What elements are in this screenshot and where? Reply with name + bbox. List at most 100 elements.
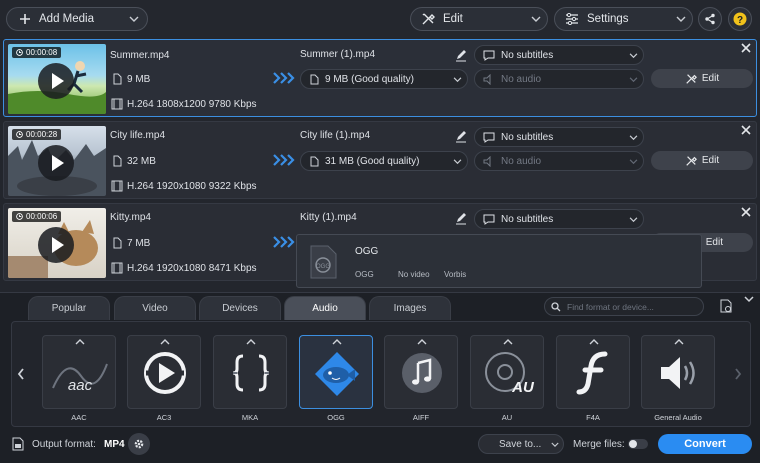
convert-button[interactable]: Convert	[658, 434, 752, 454]
chevron-up-icon	[332, 339, 342, 345]
video-thumbnail[interactable]: 00:00:28	[8, 126, 106, 196]
merge-files-toggle[interactable]	[628, 439, 648, 449]
format-f4a[interactable]	[556, 335, 630, 409]
chevron-down-icon	[629, 53, 638, 59]
chevron-down-icon	[531, 16, 541, 22]
settings-label: Settings	[587, 13, 629, 25]
chevron-up-icon	[75, 339, 85, 345]
clock-icon	[16, 131, 23, 138]
close-icon[interactable]	[741, 125, 751, 135]
audio-select[interactable]: No audio	[474, 151, 644, 171]
subtitles-icon	[483, 132, 495, 143]
subtitles-select[interactable]: No subtitles	[474, 127, 644, 147]
file-icon	[113, 155, 122, 167]
format-ac3[interactable]	[127, 335, 201, 409]
merge-files-label: Merge files:	[573, 439, 625, 450]
play-icon[interactable]	[38, 63, 74, 99]
f4a-icon	[576, 351, 608, 395]
gear-icon	[134, 439, 144, 449]
subtitles-select[interactable]: No subtitles	[474, 209, 644, 229]
convert-arrow-icon	[273, 236, 295, 248]
chevron-down-icon	[551, 442, 559, 447]
rename-pen-icon[interactable]	[451, 45, 471, 65]
tab-video[interactable]: Video	[114, 296, 196, 320]
format-aiff[interactable]	[384, 335, 458, 409]
source-filename: Summer.mp4	[110, 50, 170, 61]
tools-icon	[686, 73, 697, 84]
add-media-label: Add Media	[39, 13, 94, 25]
edit-menu-label: Edit	[443, 13, 463, 25]
format-search-field[interactable]: Find format or device...	[544, 297, 704, 316]
ogg-icon	[315, 352, 359, 396]
format-mka[interactable]	[213, 335, 287, 409]
edit-menu-button[interactable]: Edit	[410, 7, 548, 31]
file-row-summer[interactable]: 00:00:08 Summer.mp4 9 MB H.264 1808x1200…	[3, 39, 757, 117]
video-thumbnail[interactable]: 00:00:06	[8, 208, 106, 278]
settings-button[interactable]: Settings	[554, 7, 693, 31]
format-au[interactable]: AU	[470, 335, 544, 409]
audio-value: No audio	[501, 73, 542, 85]
file-row-city-life[interactable]: 00:00:28 City life.mp4 32 MB H.264 1920x…	[3, 121, 757, 199]
tab-popular[interactable]: Popular	[28, 296, 110, 320]
format-ogg[interactable]	[299, 335, 373, 409]
tab-images[interactable]: Images	[369, 296, 451, 320]
chevron-up-icon	[674, 339, 684, 345]
format-label: AC3	[156, 413, 172, 422]
subtitles-select[interactable]: No subtitles	[474, 45, 644, 65]
chevron-down-icon	[676, 16, 686, 22]
audio-select[interactable]: No audio	[474, 69, 644, 89]
svg-text:?: ?	[737, 15, 743, 26]
collapse-chevron-icon[interactable]	[744, 296, 754, 303]
chevron-up-icon	[246, 339, 256, 345]
play-icon[interactable]	[38, 145, 74, 181]
convert-arrow-icon	[273, 154, 295, 166]
output-filename[interactable]: Summer (1).mp4	[300, 49, 375, 60]
output-filename[interactable]: Kitty (1).mp4	[300, 212, 357, 223]
source-codec: H.264 1920x1080 8471 Kbps	[127, 263, 257, 274]
chevron-down-icon	[629, 217, 638, 223]
output-format-settings-button[interactable]	[128, 433, 150, 455]
file-icon	[310, 74, 319, 84]
source-codec: H.264 1808x1200 9780 Kbps	[127, 99, 257, 110]
format-aac[interactable]: aac	[42, 335, 116, 409]
file-icon	[113, 73, 122, 85]
save-to-button[interactable]: Save to...	[478, 434, 564, 454]
format-label: F4A	[586, 413, 600, 422]
au-icon: AU	[485, 352, 535, 396]
scroll-left-icon[interactable]	[17, 368, 25, 380]
video-thumbnail[interactable]: 00:00:08	[8, 44, 106, 114]
output-size-select[interactable]: 31 MB (Good quality)	[300, 151, 468, 171]
tab-audio[interactable]: Audio	[284, 296, 366, 320]
file-icon	[310, 156, 319, 166]
audio-value: No audio	[501, 155, 542, 167]
format-preview-popup[interactable]: OGG OGG OGG No video Vorbis	[296, 234, 702, 288]
share-icon	[705, 13, 715, 25]
chevron-down-icon	[129, 16, 139, 22]
popup-title: OGG	[355, 246, 379, 257]
add-media-button[interactable]: Add Media	[6, 7, 148, 31]
duration: 00:00:08	[26, 48, 58, 57]
close-icon[interactable]	[741, 43, 751, 53]
output-size-select[interactable]: 9 MB (Good quality)	[300, 69, 468, 89]
edit-file-button[interactable]: Edit	[651, 69, 753, 88]
format-general-audio[interactable]	[641, 335, 715, 409]
general-audio-icon	[661, 357, 695, 389]
play-icon[interactable]	[38, 227, 74, 263]
subtitles-value: No subtitles	[501, 213, 554, 225]
scroll-right-icon[interactable]	[734, 368, 742, 380]
subtitles-value: No subtitles	[501, 49, 554, 61]
format-info-icon[interactable]	[719, 299, 733, 313]
chevron-up-icon	[503, 339, 513, 345]
share-button[interactable]	[698, 7, 722, 31]
rename-pen-icon[interactable]	[451, 126, 471, 146]
tab-devices[interactable]: Devices	[199, 296, 281, 320]
ac3-icon	[144, 352, 186, 394]
format-label: General Audio	[654, 413, 702, 422]
au-icon-text: AU	[511, 379, 535, 396]
rename-pen-icon[interactable]	[451, 208, 471, 228]
output-format-icon	[12, 437, 24, 451]
close-icon[interactable]	[741, 207, 751, 217]
output-filename[interactable]: City life (1).mp4	[300, 130, 370, 141]
edit-file-button[interactable]: Edit	[651, 151, 753, 170]
help-button[interactable]: ?	[728, 7, 752, 31]
